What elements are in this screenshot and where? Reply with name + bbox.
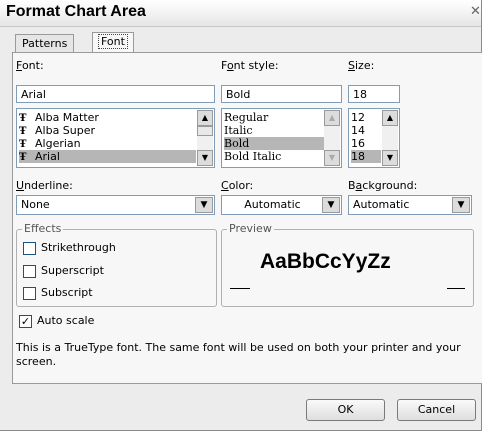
size-listbox[interactable]: 12 14 16 18 ▲ ▼ (348, 108, 400, 168)
underline-label: Underline: (16, 179, 73, 192)
size-label: Size: (348, 59, 375, 72)
font-tab-panel: Font: Arial Ŧ Alba Matter Ŧ Alba Super Ŧ Al… (12, 52, 482, 384)
auto-scale-label: Auto scale (37, 314, 95, 327)
scroll-up-icon[interactable]: ▲ (197, 110, 213, 126)
size-scrollbar[interactable]: ▲ ▼ (382, 110, 398, 166)
strikethrough-label: Strikethrough (41, 241, 116, 254)
list-item[interactable]: Ŧ Algerian (19, 137, 81, 150)
superscript-label: Superscript (41, 264, 104, 277)
list-item[interactable]: Regular (224, 111, 268, 124)
scroll-up-icon[interactable]: ▲ (324, 110, 340, 126)
color-value: Automatic (244, 198, 301, 211)
preview-group: Preview AaBbCcYyZz (221, 222, 474, 307)
truetype-info-text: This is a TrueType font. The same font w… (16, 341, 461, 368)
cancel-button[interactable]: Cancel (397, 399, 476, 421)
list-item-selected[interactable]: 18 (351, 150, 381, 163)
background-select[interactable]: Automatic ▼ (348, 195, 472, 215)
tab-font[interactable]: Font (92, 32, 134, 52)
effects-group: Effects Strikethrough Superscript Subscr… (16, 222, 217, 307)
preview-baseline-right (447, 288, 465, 289)
preview-sample: AaBbCcYyZz (260, 250, 391, 273)
background-value: Automatic (353, 198, 410, 211)
font-scrollbar[interactable]: ▲ ▼ (197, 110, 213, 166)
close-icon[interactable]: ✕ (470, 4, 482, 20)
window-title: Format Chart Area (6, 3, 146, 20)
subscript-label: Subscript (41, 286, 93, 299)
auto-scale-checkbox[interactable]: ✓ (19, 315, 32, 328)
underline-value: None (21, 198, 50, 211)
list-item[interactable]: Ŧ Alba Super (19, 124, 95, 137)
scroll-down-icon[interactable]: ▼ (197, 150, 213, 166)
truetype-icon: Ŧ (19, 152, 27, 163)
tab-patterns-label: Patterns (22, 37, 68, 50)
tab-font-label: Font (98, 34, 128, 49)
font-style-scrollbar[interactable]: ▲ ▼ (324, 110, 340, 166)
chevron-down-icon[interactable]: ▼ (322, 197, 340, 213)
font-style-input[interactable]: Bold (221, 85, 342, 103)
subscript-checkbox[interactable] (23, 287, 36, 300)
preview-title: Preview (227, 222, 274, 235)
list-item[interactable]: Ŧ Alba Matter (19, 111, 99, 124)
scroll-thumb[interactable] (197, 126, 213, 136)
chevron-down-icon[interactable]: ▼ (195, 197, 213, 213)
scroll-up-icon[interactable]: ▲ (382, 110, 398, 126)
strikethrough-checkbox[interactable] (23, 242, 36, 255)
color-select[interactable]: Automatic ▼ (221, 195, 342, 215)
chevron-down-icon[interactable]: ▼ (452, 197, 470, 213)
superscript-checkbox[interactable] (23, 265, 36, 278)
list-item[interactable]: Italic (224, 124, 253, 137)
background-label: Background: (348, 179, 418, 192)
font-input[interactable]: Arial (16, 85, 215, 103)
list-item-selected[interactable]: Ŧ Arial (19, 150, 196, 163)
font-style-label: Font style: (221, 59, 279, 72)
font-label: Font: (16, 59, 44, 72)
format-chart-area-dialog: Format Chart Area ✕ Patterns Font Font: … (0, 0, 482, 431)
list-item[interactable]: 14 (351, 124, 365, 137)
underline-select[interactable]: None ▼ (16, 195, 215, 215)
title-bar[interactable]: Format Chart Area ✕ (0, 0, 481, 27)
preview-baseline-left (230, 288, 250, 289)
color-label: Color: (221, 179, 254, 192)
list-item[interactable]: Bold Italic (224, 150, 281, 163)
ok-button[interactable]: OK (306, 399, 385, 421)
list-item-selected[interactable]: Bold (224, 137, 324, 150)
scroll-down-icon[interactable]: ▼ (382, 150, 398, 166)
font-label-rest: ont: (21, 59, 44, 72)
tab-patterns[interactable]: Patterns (15, 34, 75, 52)
scroll-down-icon[interactable]: ▼ (324, 150, 340, 166)
font-style-listbox[interactable]: Regular Italic Bold Bold Italic ▲ ▼ (221, 108, 342, 168)
size-input[interactable]: 18 (348, 85, 400, 103)
list-item[interactable]: 16 (351, 137, 365, 150)
effects-title: Effects (22, 222, 64, 235)
list-item[interactable]: 12 (351, 111, 365, 124)
font-listbox[interactable]: Ŧ Alba Matter Ŧ Alba Super Ŧ Algerian Ŧ Aria… (16, 108, 215, 168)
